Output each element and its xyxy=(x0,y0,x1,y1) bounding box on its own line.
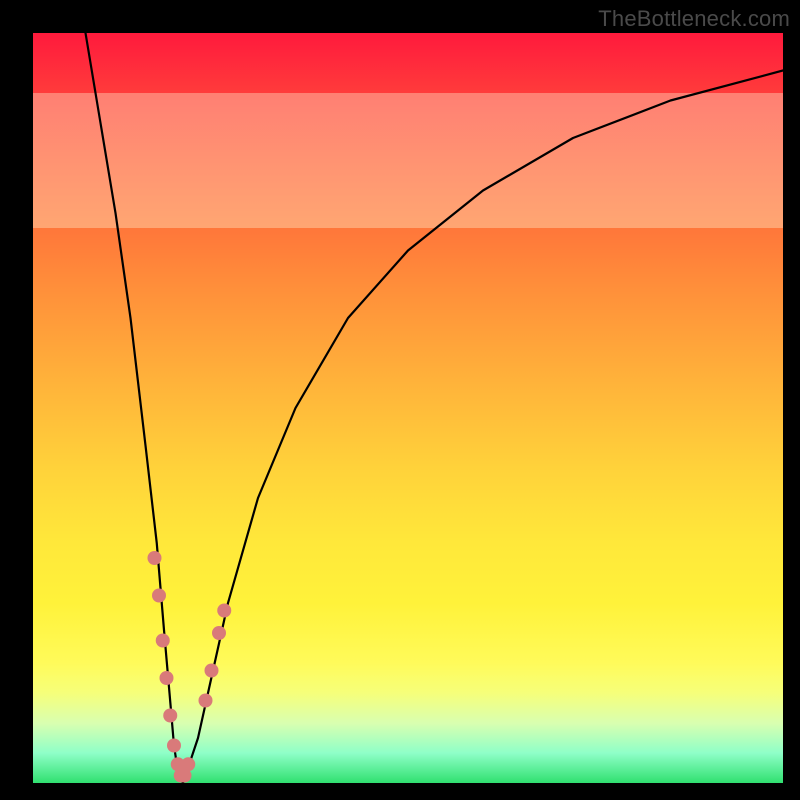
highlight-dot xyxy=(181,757,195,771)
gradient-plot-area xyxy=(33,33,783,783)
highlight-dot xyxy=(217,604,231,618)
highlight-dot xyxy=(167,739,181,753)
highlight-dot xyxy=(205,664,219,678)
chart-frame: TheBottleneck.com xyxy=(0,0,800,800)
highlight-dot xyxy=(156,634,170,648)
highlight-dot xyxy=(212,626,226,640)
highlight-dot xyxy=(163,709,177,723)
highlight-dot xyxy=(160,671,174,685)
highlight-dot xyxy=(199,694,213,708)
highlight-dot xyxy=(152,589,166,603)
bottleneck-curve xyxy=(86,33,784,783)
highlight-dot xyxy=(148,551,162,565)
curve-layer xyxy=(33,33,783,783)
watermark-text: TheBottleneck.com xyxy=(598,6,790,32)
